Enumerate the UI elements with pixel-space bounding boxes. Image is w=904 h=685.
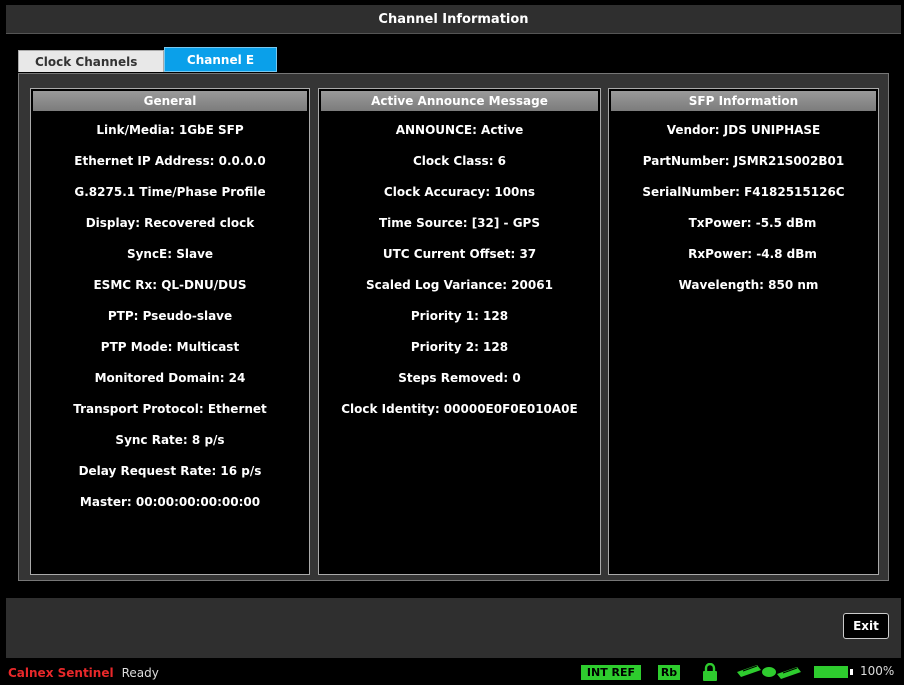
status-text: Ready bbox=[121, 665, 159, 680]
general-row: Ethernet IP Address: 0.0.0.0 bbox=[74, 154, 266, 168]
battery-level-bar bbox=[814, 666, 848, 678]
rb-badge: Rb bbox=[658, 665, 680, 680]
battery-tip bbox=[850, 669, 853, 675]
tab-bar: Clock Channels Channel E bbox=[18, 47, 277, 73]
general-row: Transport Protocol: Ethernet bbox=[73, 402, 267, 416]
general-row: PTP: Pseudo-slave bbox=[107, 309, 233, 323]
announce-rows: ANNOUNCE: Active Clock Class: 6 Clock Ac… bbox=[319, 113, 600, 425]
announce-row: Time Source: [32] - GPS bbox=[379, 216, 540, 230]
sfp-panel: SFP Information Vendor: JDS UNIPHASE Par… bbox=[608, 88, 879, 575]
int-ref-badge: INT REF bbox=[581, 665, 641, 680]
announce-row: Clock Accuracy: 100ns bbox=[383, 185, 536, 199]
window-title: Channel Information bbox=[378, 11, 529, 27]
general-row: SyncE: Slave bbox=[126, 247, 214, 261]
sfp-rows: Vendor: JDS UNIPHASE PartNumber: JSMR21S… bbox=[609, 113, 878, 301]
brand-label: Calnex Sentinel bbox=[8, 665, 114, 680]
sfp-row: Vendor: JDS UNIPHASE bbox=[666, 123, 821, 137]
general-row: Link/Media: 1GbE SFP bbox=[96, 123, 244, 137]
sfp-row: Wavelength: 850 nm bbox=[678, 278, 819, 292]
announce-row: Clock Identity: 00000E0F0E010A0E bbox=[341, 402, 578, 416]
status-bar: Calnex Sentinel Ready INT REF Rb 100% bbox=[0, 661, 904, 684]
announce-panel: Active Announce Message ANNOUNCE: Active… bbox=[318, 88, 601, 575]
sfp-row: TxPower: -5.5 dBm bbox=[688, 216, 817, 230]
general-row: Monitored Domain: 24 bbox=[94, 371, 246, 385]
sfp-row: RxPower: -4.8 dBm bbox=[688, 247, 817, 261]
battery-percent: 100% bbox=[860, 664, 895, 678]
general-rows: Link/Media: 1GbE SFP Ethernet IP Address… bbox=[31, 113, 309, 518]
tab-channel-e[interactable]: Channel E bbox=[164, 47, 277, 72]
general-row: Master: 00:00:00:00:00:00 bbox=[79, 495, 261, 509]
announce-row: Priority 1: 128 bbox=[410, 309, 509, 323]
tab-clock-channels[interactable]: Clock Channels bbox=[18, 50, 164, 72]
lock-icon bbox=[702, 662, 718, 684]
exit-button[interactable]: Exit bbox=[843, 613, 889, 639]
announce-row: ANNOUNCE: Active bbox=[395, 123, 524, 137]
sfp-row: SerialNumber: F4182515126C bbox=[642, 185, 845, 199]
general-row: ESMC Rx: QL-DNU/DUS bbox=[93, 278, 247, 292]
general-panel: General Link/Media: 1GbE SFP Ethernet IP… bbox=[30, 88, 310, 575]
sfp-panel-header: SFP Information bbox=[611, 91, 876, 111]
general-row: Display: Recovered clock bbox=[85, 216, 255, 230]
announce-row: Scaled Log Variance: 20061 bbox=[366, 278, 553, 292]
satellite-icon bbox=[735, 662, 803, 685]
announce-row: Steps Removed: 0 bbox=[398, 371, 521, 385]
channel-info-content: General Link/Media: 1GbE SFP Ethernet IP… bbox=[18, 73, 889, 581]
general-row: G.8275.1 Time/Phase Profile bbox=[74, 185, 266, 199]
general-row: PTP Mode: Multicast bbox=[100, 340, 240, 354]
announce-row: UTC Current Offset: 37 bbox=[382, 247, 537, 261]
announce-row: Priority 2: 128 bbox=[410, 340, 509, 354]
window-title-bar: Channel Information bbox=[6, 5, 901, 34]
general-row: Sync Rate: 8 p/s bbox=[115, 433, 225, 447]
footer-bar: Exit bbox=[6, 598, 901, 658]
sfp-row: PartNumber: JSMR21S002B01 bbox=[642, 154, 845, 168]
announce-panel-header: Active Announce Message bbox=[321, 91, 598, 111]
general-row: Delay Request Rate: 16 p/s bbox=[78, 464, 262, 478]
announce-row: Clock Class: 6 bbox=[412, 154, 507, 168]
general-panel-header: General bbox=[33, 91, 307, 111]
